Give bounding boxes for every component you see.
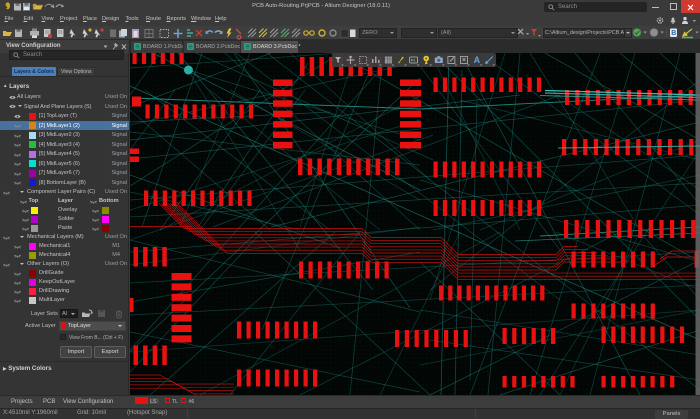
svg-text:B: B	[671, 30, 676, 37]
svg-text:PI: PI	[411, 57, 415, 62]
svg-text:A: A	[474, 55, 481, 65]
